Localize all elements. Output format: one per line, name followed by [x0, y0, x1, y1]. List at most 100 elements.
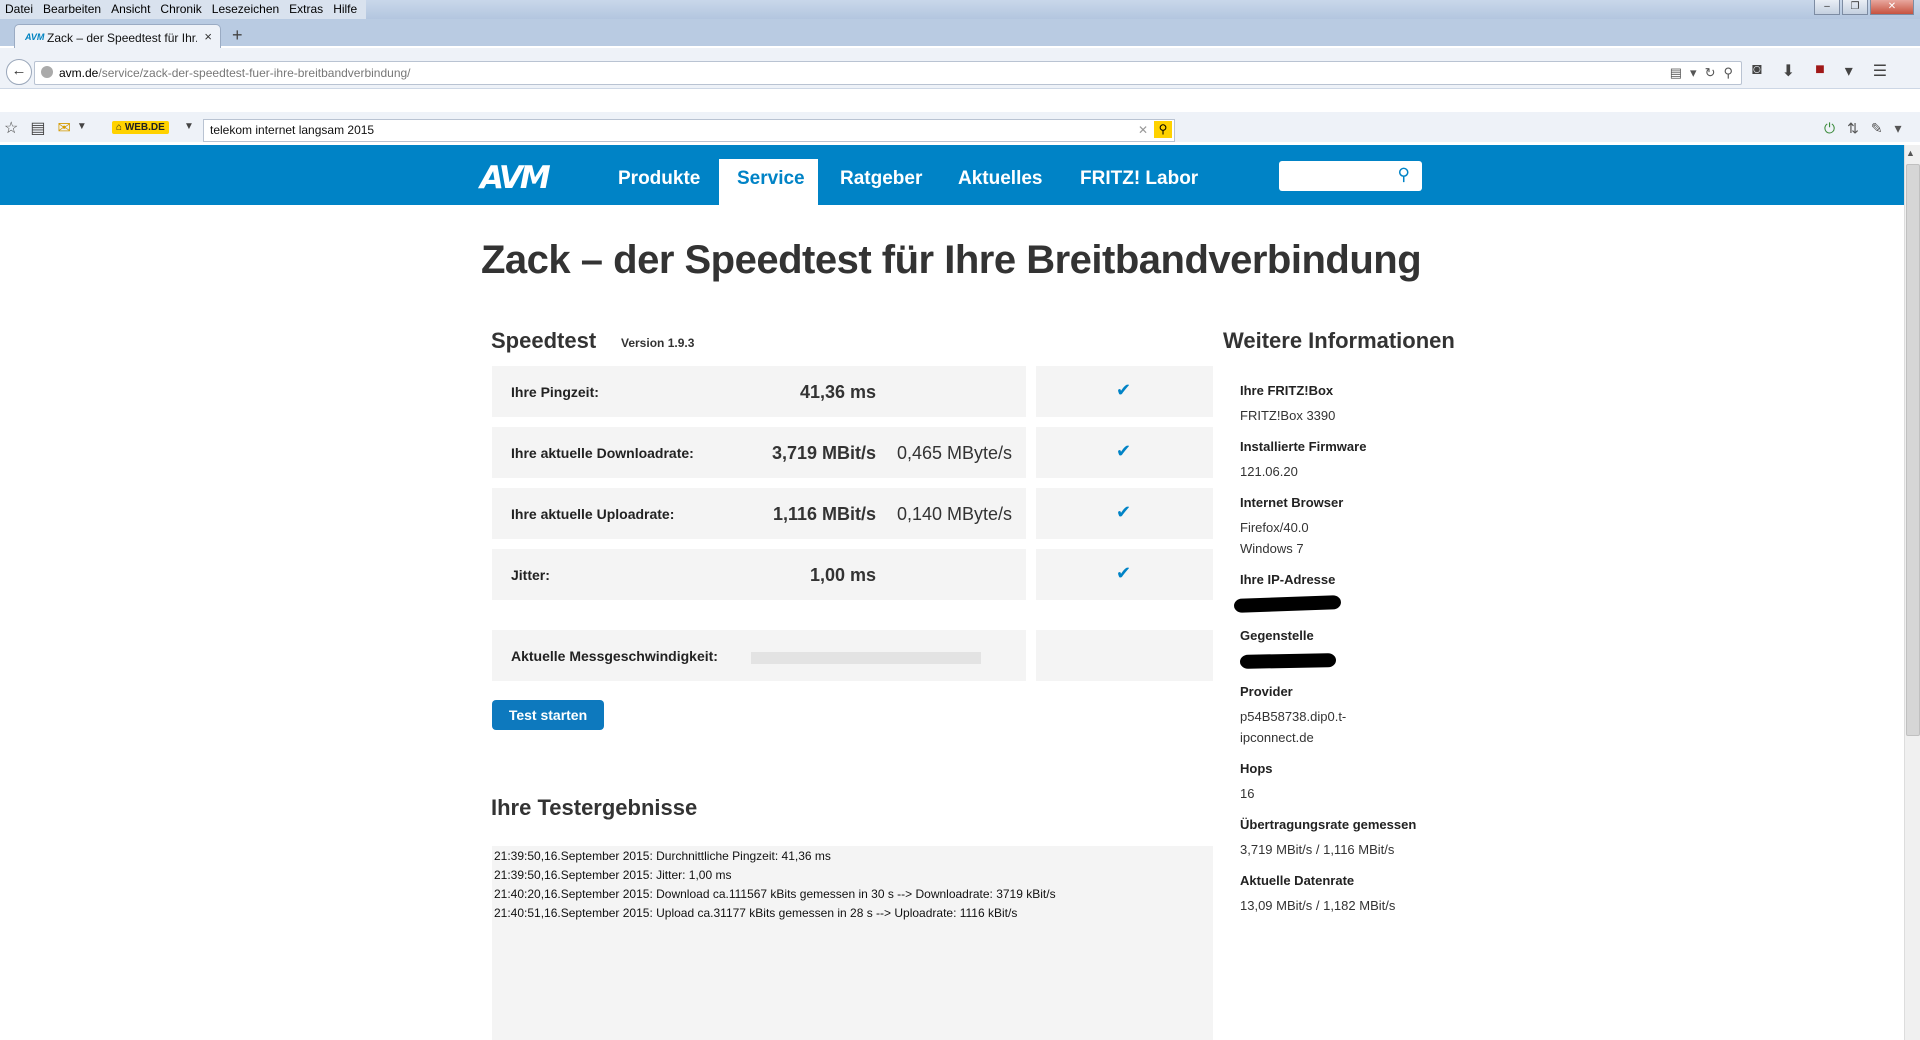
- maximize-button[interactable]: ❐: [1842, 0, 1868, 15]
- site-info-icon[interactable]: [41, 66, 53, 78]
- back-button[interactable]: ←: [6, 59, 32, 85]
- avm-favicon-icon: AVM: [25, 32, 45, 42]
- close-window-button[interactable]: ✕: [1870, 0, 1914, 15]
- result-line: 21:39:50,16.September 2015: Durchnittlic…: [494, 849, 831, 863]
- toolbar-right-icons: ⏻ ⇅ ✎ ▾: [1824, 120, 1902, 137]
- upload-label: Ihre aktuelle Uploadrate:: [511, 506, 675, 522]
- addon-icon[interactable]: ■: [1815, 61, 1825, 81]
- menu-datei[interactable]: Datei: [0, 0, 38, 16]
- addon-dropdown-icon[interactable]: ▾: [1845, 61, 1853, 81]
- redacted-ip: [1233, 595, 1342, 613]
- download-mbyte-value: 0,465 MByte/s: [896, 443, 1012, 463]
- mail-icon[interactable]: ✉: [57, 118, 70, 138]
- bookmarks-list-icon[interactable]: ▤: [30, 118, 45, 138]
- rate-measured-value: 3,719 MBit/s / 1,116 MBit/s: [1240, 842, 1395, 857]
- download-row: Ihre aktuelle Downloadrate: 3,719 MBit/s…: [492, 427, 1026, 478]
- menu-lesezeichen[interactable]: Lesezeichen: [207, 0, 284, 16]
- search-icon[interactable]: ⚲: [1723, 65, 1733, 81]
- scrollbar-thumb[interactable]: [1906, 164, 1920, 736]
- ping-label: Ihre Pingzeit:: [511, 384, 599, 400]
- nav-produkte[interactable]: Produkte: [618, 168, 700, 190]
- provider-label: Provider: [1240, 684, 1293, 699]
- nav-ratgeber[interactable]: Ratgeber: [840, 168, 922, 190]
- result-line: 21:40:20,16.September 2015: Download ca.…: [494, 887, 1056, 901]
- reload-icon[interactable]: ↻: [1705, 65, 1716, 81]
- pocket-icon[interactable]: ◙: [1752, 61, 1762, 81]
- bookmark-icons: ☆ ▤ ✉ ▼: [4, 118, 87, 138]
- webde-search-input[interactable]: telekom internet langsam 2015 ✕ ⚲: [203, 119, 1175, 142]
- new-tab-button[interactable]: +: [232, 25, 243, 46]
- hops-label: Hops: [1240, 761, 1273, 776]
- menu-bearbeiten[interactable]: Bearbeiten: [38, 0, 106, 16]
- tab-avm-speedtest[interactable]: AVM Zack – der Speedtest für Ihr... ×: [14, 24, 221, 49]
- url-text: avm.de/service/zack-der-speedtest-fuer-i…: [59, 66, 411, 80]
- rate-measured-label: Übertragungsrate gemessen: [1240, 817, 1417, 832]
- gegenstelle-label: Gegenstelle: [1240, 628, 1314, 643]
- nav-fritz-labor[interactable]: FRITZ! Labor: [1080, 168, 1198, 190]
- results-log: 21:39:50,16.September 2015: Durchnittlic…: [492, 846, 1213, 1040]
- download-status: ✔: [1036, 427, 1213, 478]
- jitter-status: ✔: [1036, 549, 1213, 600]
- settings-dropdown-icon[interactable]: ▾: [1895, 120, 1902, 137]
- os-value: Windows 7: [1240, 541, 1304, 556]
- measure-status: [1036, 630, 1213, 681]
- checkmark-icon: ✔: [1116, 441, 1132, 461]
- webde-button[interactable]: ⌂ WEB.DE: [112, 121, 169, 134]
- provider-value-cont: ipconnect.de: [1240, 730, 1314, 745]
- menu-hilfe[interactable]: Hilfe: [328, 0, 362, 16]
- clear-search-icon[interactable]: ✕: [1138, 123, 1148, 137]
- minimize-button[interactable]: ‒: [1814, 0, 1840, 15]
- upload-status: ✔: [1036, 488, 1213, 539]
- power-icon[interactable]: ⏻: [1824, 120, 1835, 137]
- nav-aktuelles[interactable]: Aktuelles: [958, 168, 1042, 190]
- close-tab-icon[interactable]: ×: [204, 29, 212, 44]
- scroll-up-icon[interactable]: ▲: [1906, 148, 1915, 158]
- webde-dropdown-icon[interactable]: ▼: [184, 121, 194, 132]
- fritzbox-label: Ihre FRITZ!Box: [1240, 383, 1334, 398]
- search-icon[interactable]: ⚲: [1398, 165, 1410, 185]
- menu-extras[interactable]: Extras: [284, 0, 328, 16]
- jitter-value: 1,00 ms: [809, 565, 876, 585]
- star-icon[interactable]: ☆: [4, 118, 18, 138]
- site-search-input[interactable]: ⚲: [1279, 161, 1422, 191]
- upload-mbyte-value: 0,140 MByte/s: [896, 504, 1012, 524]
- window-controls: ‒ ❐ ✕: [1814, 0, 1914, 15]
- url-tools: ▤ ▾ ↻ ⚲: [1670, 65, 1733, 81]
- jitter-row: Jitter: 1,00 ms: [492, 549, 1026, 600]
- ping-value: 41,36 ms: [799, 382, 876, 402]
- browser-label: Internet Browser: [1240, 495, 1344, 510]
- menu-ansicht[interactable]: Ansicht: [106, 0, 155, 16]
- mail-dropdown-icon[interactable]: ▼: [77, 121, 87, 138]
- result-line: 21:39:50,16.September 2015: Jitter: 1,00…: [494, 868, 732, 882]
- firmware-label: Installierte Firmware: [1240, 439, 1367, 454]
- browser-value: Firefox/40.0: [1240, 520, 1309, 535]
- ping-status: ✔: [1036, 366, 1213, 417]
- ping-row: Ihre Pingzeit: 41,36 ms: [492, 366, 1026, 417]
- info-heading: Weitere Informationen: [1223, 328, 1455, 353]
- wrench-icon[interactable]: ✎: [1871, 120, 1883, 137]
- toolbar-icons: ◙ ⬇ ■ ▾ ☰: [1752, 61, 1887, 81]
- url-bar[interactable]: avm.de/service/zack-der-speedtest-fuer-i…: [34, 61, 1742, 85]
- hamburger-menu-icon[interactable]: ☰: [1873, 61, 1887, 81]
- nav-service[interactable]: Service: [737, 168, 805, 190]
- hops-value: 16: [1240, 786, 1255, 801]
- download-icon[interactable]: ⬇: [1782, 61, 1795, 81]
- avm-logo[interactable]: AVM: [480, 160, 551, 196]
- webde-label: WEB.DE: [124, 122, 165, 133]
- datarate-value: 13,09 MBit/s / 1,182 MBit/s: [1240, 898, 1396, 913]
- ip-label: Ihre IP-Adresse: [1240, 572, 1336, 587]
- firmware-value: 121.06.20: [1240, 464, 1298, 479]
- result-line: 21:40:51,16.September 2015: Upload ca.31…: [494, 906, 1018, 920]
- sync-icon[interactable]: ⇅: [1847, 120, 1859, 137]
- checkmark-icon: ✔: [1116, 502, 1132, 522]
- search-go-icon[interactable]: ⚲: [1154, 121, 1172, 138]
- start-test-button[interactable]: Test starten: [492, 700, 604, 730]
- download-mbit-value: 3,719 MBit/s: [771, 443, 876, 463]
- tab-title: Zack – der Speedtest für Ihr...: [47, 31, 197, 45]
- dropdown-icon[interactable]: ▾: [1690, 65, 1697, 81]
- menu-bar: Datei Bearbeiten Ansicht Chronik Lesezeichen…: [0, 0, 1920, 19]
- menu-chronik[interactable]: Chronik: [155, 0, 206, 16]
- reader-view-icon[interactable]: ▤: [1670, 65, 1682, 81]
- url-domain: avm.de: [59, 66, 99, 80]
- checkmark-icon: ✔: [1116, 563, 1132, 583]
